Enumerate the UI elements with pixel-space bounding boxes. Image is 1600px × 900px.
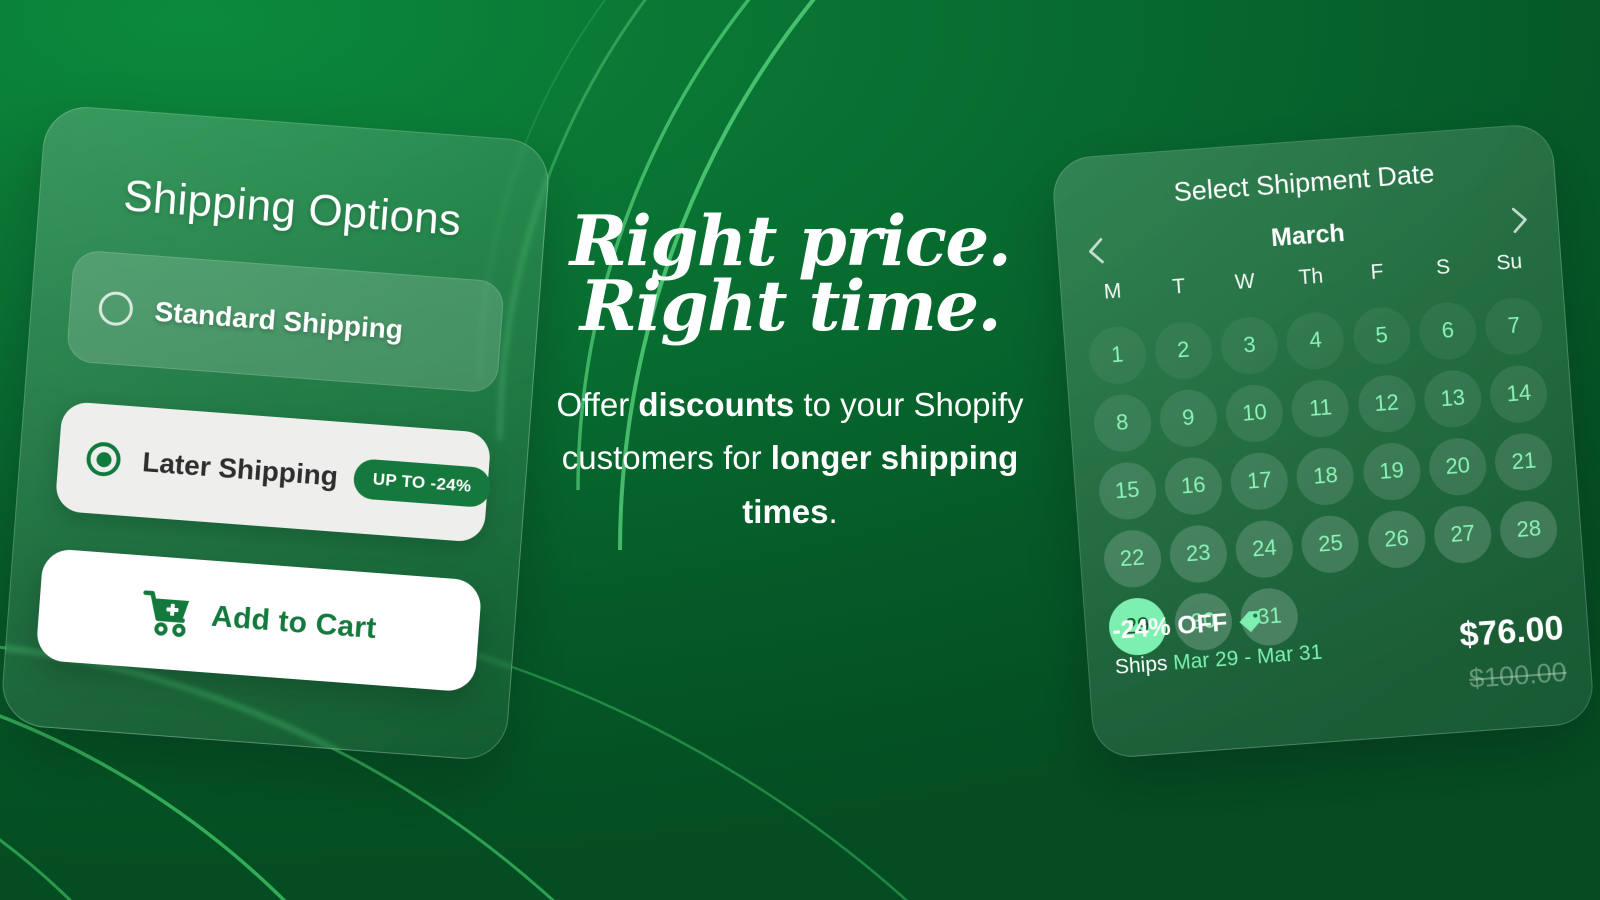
calendar-day-24[interactable]: 24 <box>1233 518 1295 580</box>
calendar-day-cell: 16 <box>1158 452 1229 519</box>
calendar-day-cell: 12 <box>1351 370 1422 437</box>
chevron-left-icon[interactable] <box>1079 233 1115 269</box>
calendar-day-16[interactable]: 16 <box>1162 455 1224 517</box>
calendar-day-cell: 17 <box>1224 447 1295 514</box>
price-original: $100.00 <box>1468 656 1568 694</box>
hero-headline: Right price. Right time. <box>540 207 1040 347</box>
calendar-day-cell: 21 <box>1489 428 1560 495</box>
hero-sub-part1: Offer <box>556 385 639 423</box>
promo-banner: Shipping Options Standard Shipping Later… <box>0 0 1600 900</box>
calendar-day-cell: 20 <box>1422 433 1493 500</box>
calendar-day-cell: 5 <box>1346 302 1417 369</box>
calendar-day-cell: 10 <box>1219 380 1290 447</box>
calendar-day-5[interactable]: 5 <box>1351 304 1413 366</box>
add-to-cart-label: Add to Cart <box>210 599 378 646</box>
shipping-option-later-label: Later Shipping <box>141 446 340 492</box>
calendar-day-10[interactable]: 10 <box>1223 382 1285 444</box>
calendar-day-cell: 23 <box>1163 520 1234 587</box>
shipping-options-title: Shipping Options <box>121 171 463 246</box>
price-tag-icon <box>1239 610 1261 632</box>
calendar-day-26[interactable]: 26 <box>1366 508 1428 570</box>
calendar-day-13[interactable]: 13 <box>1422 367 1484 429</box>
price-block: $76.00 $100.00 <box>1458 608 1568 695</box>
calendar-day-6[interactable]: 6 <box>1417 300 1479 362</box>
shipping-option-later[interactable]: Later Shipping UP TO -24% <box>54 400 492 543</box>
calendar-day-4[interactable]: 4 <box>1285 309 1347 371</box>
radio-standard-shipping[interactable] <box>97 290 135 327</box>
calendar-weekday-2: W <box>1234 269 1256 294</box>
calendar-weekday-0: M <box>1103 279 1123 304</box>
ships-date-range: Mar 29 - Mar 31 <box>1172 640 1324 675</box>
calendar-day-22[interactable]: 22 <box>1101 527 1163 589</box>
calendar-day-cell: 4 <box>1280 307 1351 374</box>
calendar-day-15[interactable]: 15 <box>1096 459 1158 521</box>
calendar-day-14[interactable]: 14 <box>1488 363 1550 425</box>
calendar-day-19[interactable]: 19 <box>1361 440 1423 502</box>
shipment-date-card: Select Shipment Date March M T W Th F S Su 123… <box>1050 122 1596 760</box>
calendar-day-cell: 22 <box>1097 525 1168 592</box>
calendar-weekday-4: F <box>1369 260 1385 285</box>
discount-badge: UP TO -24% <box>352 458 492 509</box>
calendar-day-cell: 8 <box>1087 389 1158 456</box>
add-to-cart-button[interactable]: Add to Cart <box>35 547 483 693</box>
calendar-day-cell: 11 <box>1285 375 1356 442</box>
hero-copy: Right price. Right time. Offer discounts… <box>540 207 1040 538</box>
calendar-day-cell: 14 <box>1484 360 1555 427</box>
calendar-day-17[interactable]: 17 <box>1228 450 1290 512</box>
calendar-day-cell: 27 <box>1427 501 1498 568</box>
shipping-option-standard-label: Standard Shipping <box>153 295 405 346</box>
calendar-day-cell: 1 <box>1082 321 1153 388</box>
calendar-day-28[interactable]: 28 <box>1498 498 1560 560</box>
calendar-day-cell: 18 <box>1290 443 1361 510</box>
calendar-day-cell: 2 <box>1148 317 1219 384</box>
calendar-day-9[interactable]: 9 <box>1157 387 1219 449</box>
calendar-day-7[interactable]: 7 <box>1483 295 1545 357</box>
calendar-day-cell: 6 <box>1412 297 1483 364</box>
calendar-weekday-3: Th <box>1297 264 1325 290</box>
calendar-day-cell: 3 <box>1214 312 1285 379</box>
calendar-day-23[interactable]: 23 <box>1167 522 1229 584</box>
calendar-month-label: March <box>1270 218 1346 252</box>
hero-sub-part3: . <box>828 492 838 530</box>
hero-headline-line2: Right time. <box>579 265 1002 347</box>
calendar-day-cell: 9 <box>1153 384 1224 451</box>
calendar-day-11[interactable]: 11 <box>1290 377 1352 439</box>
calendar-day-21[interactable]: 21 <box>1493 430 1555 492</box>
calendar-day-27[interactable]: 27 <box>1432 503 1494 565</box>
hero-subtext: Offer discounts to your Shopify customer… <box>540 378 1040 538</box>
calendar-day-cell: 7 <box>1479 292 1550 359</box>
shipping-option-standard[interactable]: Standard Shipping <box>65 249 505 394</box>
calendar-day-cell: 28 <box>1494 496 1565 563</box>
calendar-day-12[interactable]: 12 <box>1356 372 1418 434</box>
calendar-day-3[interactable]: 3 <box>1218 314 1280 376</box>
calendar-day-1[interactable]: 1 <box>1086 324 1148 386</box>
calendar-day-cell: 25 <box>1295 510 1366 577</box>
shipping-options-card: Shipping Options Standard Shipping Later… <box>0 103 552 763</box>
calendar-day-cell: 26 <box>1361 506 1432 573</box>
calendar-day-cell: 24 <box>1229 515 1300 582</box>
calendar-day-18[interactable]: 18 <box>1295 445 1357 507</box>
cart-plus-icon <box>143 590 190 637</box>
chevron-right-icon[interactable] <box>1500 202 1536 238</box>
calendar-day-cell: 15 <box>1092 457 1163 524</box>
radio-later-shipping[interactable] <box>85 440 122 478</box>
price-current: $76.00 <box>1458 608 1565 655</box>
hero-sub-bold2: longer shipping times <box>742 439 1019 530</box>
calendar-day-20[interactable]: 20 <box>1427 435 1489 497</box>
calendar-day-8[interactable]: 8 <box>1091 392 1153 454</box>
calendar-weekday-1: T <box>1171 274 1186 299</box>
calendar-weekday-6: Su <box>1495 249 1523 275</box>
calendar-day-2[interactable]: 2 <box>1152 319 1214 381</box>
calendar-day-25[interactable]: 25 <box>1300 513 1362 575</box>
calendar-day-cell: 13 <box>1417 365 1488 432</box>
ships-label: Ships <box>1114 652 1169 679</box>
hero-sub-bold1: discounts <box>638 385 795 423</box>
calendar-day-cell: 19 <box>1356 438 1427 505</box>
calendar-weekday-5: S <box>1435 255 1451 280</box>
